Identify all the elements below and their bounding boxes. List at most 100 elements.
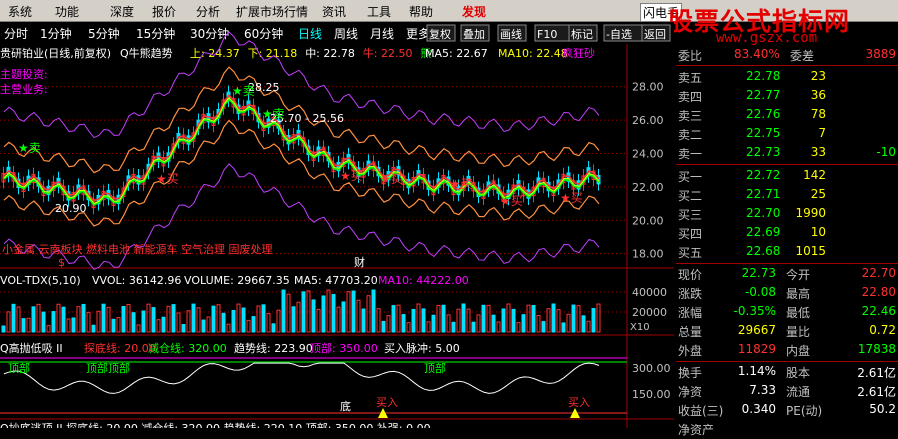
vol-bar <box>46 325 51 333</box>
fund-row-1: 净资 7.33 流通 2.61亿 <box>676 382 898 401</box>
quote-sep-3 <box>676 361 898 362</box>
menu-6[interactable]: 资讯 <box>322 3 346 20</box>
vol-bar <box>271 323 276 333</box>
stat-row-1-cell-1: -0.08 <box>744 285 776 299</box>
vol-bar <box>96 310 101 333</box>
vol-bar <box>86 311 91 333</box>
period-3[interactable]: 15分钟 <box>136 26 175 41</box>
menu-2[interactable]: 深度 <box>110 3 134 20</box>
period-6[interactable]: 日线 <box>298 27 322 41</box>
vol-bar <box>146 303 151 333</box>
period-9[interactable]: 更多 <box>406 27 430 41</box>
vol-bar <box>276 309 281 333</box>
bid-row-3-cell-1: 22.69 <box>746 225 781 239</box>
vol-bar <box>516 322 521 333</box>
vol-bar <box>456 308 461 333</box>
bid-row-2-cell-1: 22.70 <box>746 206 781 220</box>
osc-tag-1: 顶部顶部 <box>86 361 130 375</box>
indicator-name: Q牛熊趋势 <box>120 46 173 60</box>
vol-bar <box>286 293 291 333</box>
ask-row-3-cell-1: 22.75 <box>746 126 781 140</box>
menu-0[interactable]: 系统 <box>8 3 32 20</box>
vol-bar <box>541 321 546 333</box>
sector-text: 小金属 云南板块 燃料电池 新能源车 空气治理 固废处理 <box>2 242 272 256</box>
vol-bar <box>166 305 171 333</box>
vol-bar <box>476 314 481 333</box>
menu-7[interactable]: 工具 <box>367 3 391 20</box>
ask-row-4-cell-0: 卖一 <box>678 147 703 161</box>
ask-row-4-cell-1: 22.73 <box>746 145 781 159</box>
bid-row-0-cell-2: 142 <box>803 168 826 182</box>
ask-row-2-cell-0: 卖三 <box>678 109 703 123</box>
vol-bar <box>291 306 296 333</box>
fund-row-2-cell-3: 50.2 <box>869 402 896 416</box>
stat-row-1-cell-2: 最高 <box>786 287 811 301</box>
period-1[interactable]: 1分钟 <box>40 26 72 41</box>
vol-ma5: MA5: 47703.20 <box>294 274 378 287</box>
kline-chart[interactable]: 分时 1分钟 5分钟 15分钟 30分钟 60分钟 日线 周线 月线 更多复权 叠加 画线 F10 标记 -… <box>0 22 674 428</box>
vol-bar <box>91 324 96 333</box>
toolbar-1[interactable]: 叠加 <box>463 28 485 41</box>
toolbar-6[interactable]: 返回 <box>644 28 666 41</box>
menu-9[interactable]: 发现 <box>462 3 486 20</box>
vol-bar <box>446 314 451 333</box>
menu-4[interactable]: 分析 <box>196 3 220 20</box>
vol-bar <box>81 303 86 333</box>
vol-bar <box>251 316 256 333</box>
vol-bar <box>301 291 306 333</box>
vol-bar <box>586 320 591 333</box>
stat-row-3-cell-2: 量比 <box>786 325 811 339</box>
vol-bar <box>1 325 6 333</box>
buy-star-0: ★买 <box>156 172 179 186</box>
vol-bar <box>206 316 211 333</box>
vol-bar <box>106 306 111 333</box>
bid-row-1: 买二 22.71 25 <box>676 186 898 205</box>
vol-bar <box>351 290 356 333</box>
vol-bar <box>116 317 121 333</box>
menu-1[interactable]: 功能 <box>55 3 79 20</box>
vol-bar <box>421 308 426 333</box>
period-0[interactable]: 分时 <box>4 27 28 41</box>
vol-bar <box>51 311 56 333</box>
vol-bar <box>191 303 196 333</box>
crazy-label: 疯狂砂 <box>562 46 595 60</box>
cai-mark: 财 <box>354 255 365 269</box>
quote-header-cell-0: 委比 <box>678 49 703 63</box>
vol-bar <box>411 308 416 333</box>
fund-row-0-cell-1: 1.14% <box>737 364 776 378</box>
toolbar-4[interactable]: 标记 <box>571 27 593 41</box>
vol-tick-0: 40000 <box>632 286 667 299</box>
menu-8[interactable]: 帮助 <box>409 3 433 20</box>
stat-row-3: 总量 29667 量比 0.72 <box>676 322 898 341</box>
ask-row-0: 卖五 22.78 23 <box>676 68 898 87</box>
period-7[interactable]: 周线 <box>334 27 358 41</box>
bid-row-1-cell-1: 22.71 <box>746 187 781 201</box>
period-2[interactable]: 5分钟 <box>88 26 120 41</box>
menu-5[interactable]: 扩展市场行情 <box>236 3 308 20</box>
toolbar-2[interactable]: 画线 <box>500 27 522 41</box>
bid-row-3: 买四 22.69 10 <box>676 224 898 243</box>
toolbar-5[interactable]: -自选 <box>606 28 632 41</box>
y-tick-2: 24.00 <box>632 147 664 160</box>
stat-row-0: 现价 22.73 今开 22.70 <box>676 265 898 284</box>
vol-bar <box>16 306 21 333</box>
vol-bar <box>246 319 251 333</box>
vol-bar <box>536 314 541 333</box>
vol-bar <box>571 304 576 333</box>
menu-3[interactable]: 报价 <box>152 3 176 20</box>
period-8[interactable]: 月线 <box>370 27 394 41</box>
ask-row-2: 卖三 22.76 78 <box>676 106 898 125</box>
period-5[interactable]: 60分钟 <box>244 26 283 41</box>
vol-bar <box>366 295 371 333</box>
vol-bar <box>6 311 11 333</box>
buy-star-5: ★买 <box>560 191 583 205</box>
main-tip-1: 主题投资: <box>0 67 48 81</box>
vol-bar <box>466 308 471 333</box>
toolbar-0[interactable]: 复权 <box>429 27 451 41</box>
vol-bar <box>311 299 316 333</box>
buy-star-2: ★买 <box>380 172 403 186</box>
toolbar-3[interactable]: F10 <box>537 28 557 41</box>
bid-row-2-cell-2: 1990 <box>795 206 826 220</box>
vol-ma10: MA10: 44222.00 <box>378 274 469 287</box>
legend-3: 牛: 22.50 <box>363 46 413 60</box>
